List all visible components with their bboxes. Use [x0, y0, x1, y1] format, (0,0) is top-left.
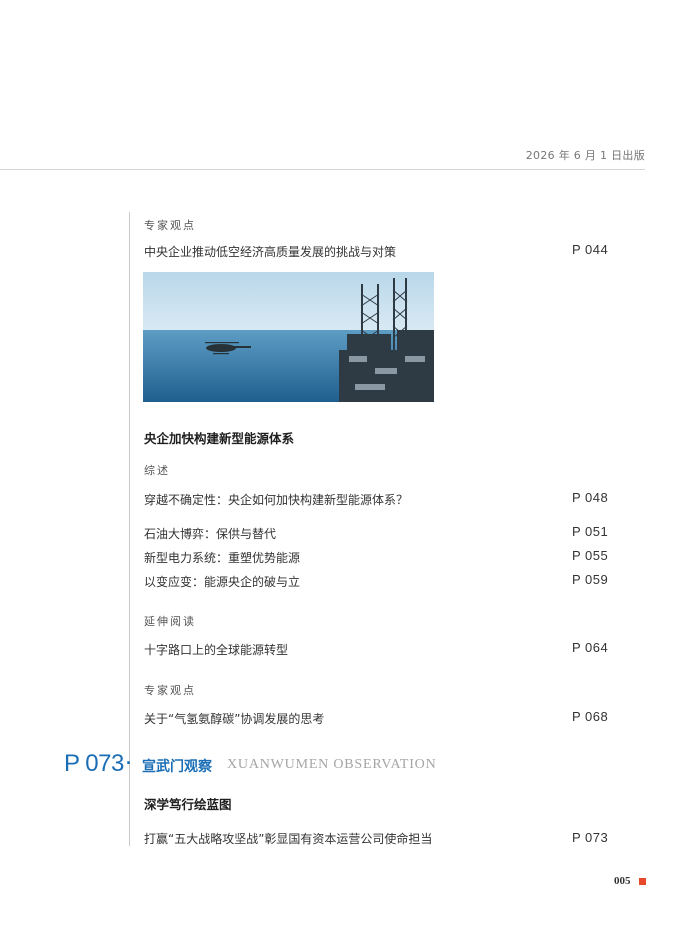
toc-entry-page[interactable]: P 059 [572, 572, 608, 587]
toc-entry-title[interactable]: 十字路口上的全球能源转型 [144, 641, 288, 658]
toc-entry-page[interactable]: P 055 [572, 548, 608, 563]
category-overview: 综述 [144, 464, 170, 477]
publication-date: 2026 年 6 月 1 日出版 [525, 149, 645, 162]
section-heading-energy: 央企加快构建新型能源体系 [144, 431, 295, 446]
toc-entry-page[interactable]: P 044 [572, 242, 608, 257]
folio-square-mark [639, 878, 646, 885]
toc-entry-page[interactable]: P 064 [572, 640, 608, 655]
toc-entry-title[interactable]: 关于“气氢氨醇碳”协调发展的思考 [144, 710, 324, 727]
offshore-platform-photo [143, 272, 434, 402]
category-expert-opinion: 专家观点 [144, 219, 196, 232]
toc-vertical-rule [129, 212, 130, 846]
toc-entry-title[interactable]: 穿越不确定性：央企如何加快构建新型能源体系？ [144, 491, 408, 508]
toc-entry-page[interactable]: P 068 [572, 709, 608, 724]
toc-entry-page[interactable]: P 051 [572, 524, 608, 539]
column-title-english: XUANWUMEN OBSERVATION [227, 757, 437, 772]
section-heading-blueprint: 深学笃行绘蓝图 [144, 797, 232, 812]
category-extended-reading: 延伸阅读 [144, 615, 196, 628]
column-separator-dot: · [126, 753, 132, 773]
folio-page-number: 005 [614, 875, 631, 887]
toc-entry-title[interactable]: 中央企业推动低空经济高质量发展的挑战与对策 [144, 243, 396, 260]
toc-entry-page[interactable]: P 048 [572, 490, 608, 505]
toc-entry-title[interactable]: 石油大博弈：保供与替代 [144, 525, 276, 542]
column-page-number[interactable]: P 073 [64, 750, 124, 778]
category-expert-opinion: 专家观点 [144, 684, 196, 697]
date-rule: 2026 年 6 月 1 日出版 [0, 147, 645, 170]
toc-entry-title[interactable]: 新型电力系统：重塑优势能源 [144, 549, 300, 566]
column-title: 宣武门观察 [142, 759, 212, 775]
toc-entry-title[interactable]: 打赢“五大战略攻坚战”彰显国有资本运营公司使命担当 [144, 830, 432, 847]
toc-entry-page[interactable]: P 073 [572, 830, 608, 845]
toc-entry-title[interactable]: 以变应变：能源央企的破与立 [144, 573, 300, 590]
